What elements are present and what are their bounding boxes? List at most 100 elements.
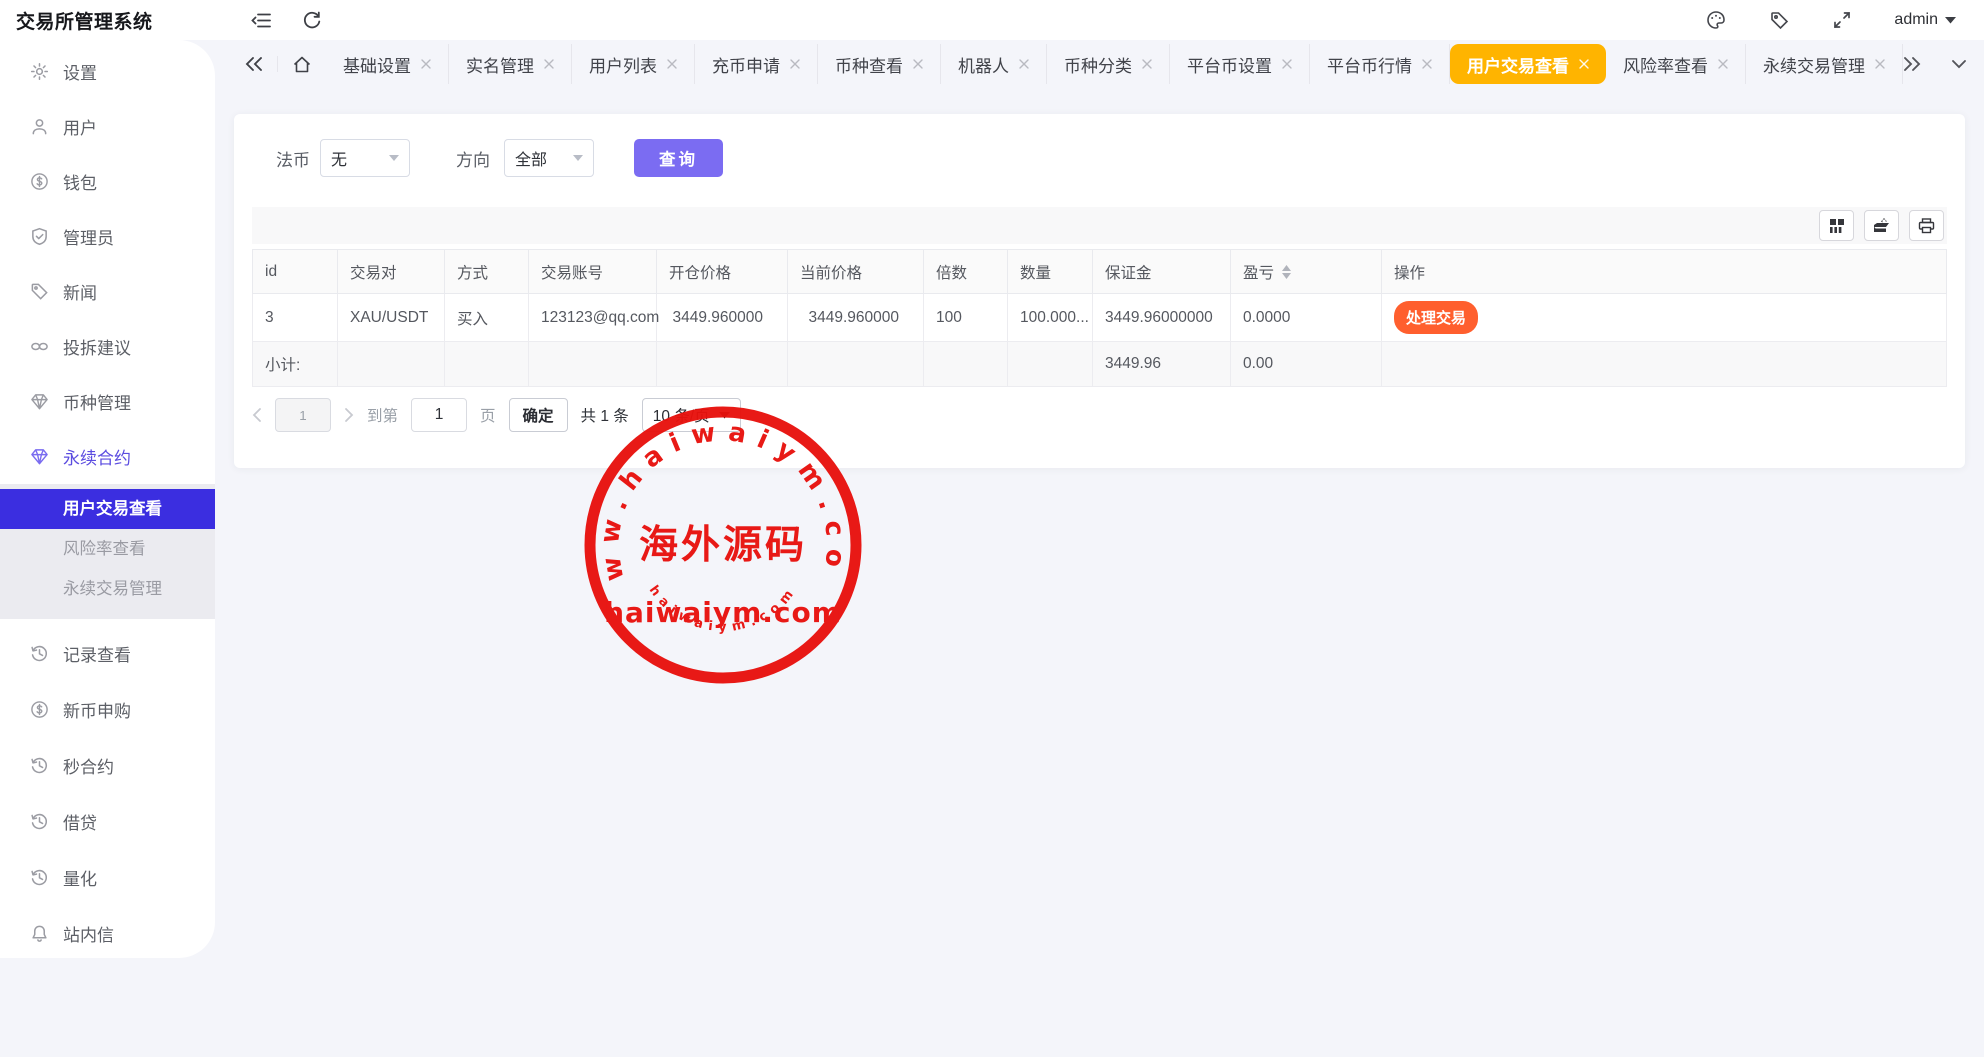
tag-icon[interactable] [1769,7,1790,33]
link-icon [30,337,49,356]
direction-select[interactable]: 全部 [504,139,594,177]
tab[interactable]: 平台币行情 [1310,44,1450,84]
direction-label: 方向 [456,146,490,171]
page-number-button[interactable]: 1 [275,398,331,432]
sidebar-item-admins[interactable]: 管理员 [0,209,215,264]
cell-pnl: 0.0000 [1231,294,1382,342]
next-page-icon[interactable] [344,407,354,423]
export-button[interactable] [1864,210,1899,241]
column-header[interactable]: 保证金 [1093,250,1231,294]
tab-label: 用户列表 [589,52,657,77]
column-header[interactable]: 倍数 [924,250,1008,294]
tab[interactable]: 永续交易管理 [1746,44,1903,84]
sidebar-item-wallet[interactable]: 钱包 [0,154,215,209]
sidebar-item-lending[interactable]: 借贷 [0,793,215,849]
tabs-scroll-right-icon[interactable] [1903,56,1921,72]
collapse-sidebar-icon[interactable] [251,7,272,33]
tab[interactable]: 风险率查看 [1606,44,1746,84]
fullscreen-icon[interactable] [1832,7,1852,33]
sidebar-item-quant[interactable]: 量化 [0,849,215,905]
columns-toggle-button[interactable] [1819,210,1854,241]
column-header-label: 盈亏 [1243,261,1274,283]
close-icon[interactable] [1019,59,1029,69]
search-button[interactable]: 查询 [634,139,723,177]
close-icon[interactable] [1422,59,1432,69]
sidebar-item-label: 永续合约 [63,444,131,469]
dollar-circle-icon [30,700,49,719]
confirm-button[interactable]: 确定 [509,398,568,432]
home-tab-icon[interactable] [278,55,326,74]
submenu-risk-rate-view[interactable]: 风险率查看 [0,529,215,569]
submenu-item-label: 用户交易查看 [63,500,162,518]
history-icon [30,644,49,663]
submenu-perpetual-trade-manage[interactable]: 永续交易管理 [0,569,215,609]
sidebar-item-second-contract[interactable]: 秒合约 [0,737,215,793]
sidebar-item-news[interactable]: 新闻 [0,264,215,319]
tab[interactable]: 币种分类 [1047,44,1170,84]
table-zone: id 交易对 方式 交易账号 开仓价格 当前价格 倍数 数量 保证金 盈亏 [252,207,1947,387]
tab[interactable]: 基础设置 [326,44,449,84]
refresh-icon[interactable] [302,7,322,33]
close-icon[interactable] [1282,59,1292,69]
print-button[interactable] [1909,210,1944,241]
table-row: 3 XAU/USDT 买入 123123@qq.com 3449.960000 … [253,294,1947,342]
column-header[interactable]: id [253,250,338,294]
tab[interactable]: 充币申请 [695,44,818,84]
tabbar: 基础设置 实名管理 用户列表 充币申请 币种查看 机器人 币种分类 平台币设置 … [215,40,1984,88]
column-header-sortable[interactable]: 盈亏 [1231,250,1382,294]
column-header[interactable]: 交易对 [338,250,445,294]
sidebar-item-site-message[interactable]: 站内信 [0,905,215,961]
column-header[interactable]: 开仓价格 [657,250,788,294]
tab[interactable]: 用户列表 [572,44,695,84]
subtotal-row: 小计: 3449.96 0.00 [253,342,1947,387]
close-icon[interactable] [1875,59,1885,69]
fiat-select[interactable]: 无 [320,139,410,177]
close-icon[interactable] [421,59,431,69]
caret-down-icon [573,155,583,161]
sidebar-item-feedback[interactable]: 投拆建议 [0,319,215,374]
table-toolbar [252,207,1947,244]
stamp-center-text: 海外源码 [639,522,807,568]
close-icon[interactable] [790,59,800,69]
column-header[interactable]: 操作 [1382,250,1947,294]
tabs-scroll-left-icon[interactable] [231,56,278,72]
column-header[interactable]: 交易账号 [529,250,657,294]
sidebar-item-settings[interactable]: 设置 [0,44,215,99]
column-header[interactable]: 数量 [1008,250,1093,294]
tab[interactable]: 机器人 [941,44,1047,84]
sidebar-item-label: 用户 [63,114,97,139]
close-icon[interactable] [913,59,923,69]
close-icon[interactable] [1718,59,1728,69]
theme-palette-icon[interactable] [1705,7,1727,33]
prev-page-icon[interactable] [252,407,262,423]
sidebar-item-coin-manage[interactable]: 币种管理 [0,374,215,429]
close-icon[interactable] [1142,59,1152,69]
close-icon[interactable] [544,59,554,69]
goto-page-input[interactable] [411,398,467,432]
tab[interactable]: 币种查看 [818,44,941,84]
tab[interactable]: 实名管理 [449,44,572,84]
sidebar-item-label: 投拆建议 [63,334,131,359]
sidebar-item-perpetual[interactable]: 永续合约 [0,429,215,484]
sidebar-item-users[interactable]: 用户 [0,99,215,154]
subtotal-margin: 3449.96 [1093,342,1231,387]
submenu-user-trade-view[interactable]: 用户交易查看 [0,489,215,529]
sidebar-item-label: 币种管理 [63,389,131,414]
sidebar-item-new-coin[interactable]: 新币申购 [0,681,215,737]
tab-active[interactable]: 用户交易查看 [1450,44,1606,84]
process-trade-button[interactable]: 处理交易 [1394,301,1478,334]
page-size-select[interactable]: 10 条/页 [642,398,741,432]
tabs-menu-chevron-icon[interactable] [1951,59,1967,69]
user-menu[interactable]: admin [1894,11,1956,29]
close-icon[interactable] [1579,59,1589,69]
sidebar: 设置 用户 钱包 管理员 新闻 投拆建议 币种管理 永续合约 用户交易查看 风险… [0,40,215,958]
cell-open-price: 3449.960000 [657,294,788,342]
sidebar-item-records[interactable]: 记录查看 [0,625,215,681]
cell-leverage: 100 [924,294,1008,342]
sort-icon[interactable] [1282,265,1291,279]
close-icon[interactable] [667,59,677,69]
tab[interactable]: 平台币设置 [1170,44,1310,84]
tab-label: 平台币设置 [1187,52,1272,77]
column-header[interactable]: 当前价格 [788,250,924,294]
column-header[interactable]: 方式 [445,250,529,294]
